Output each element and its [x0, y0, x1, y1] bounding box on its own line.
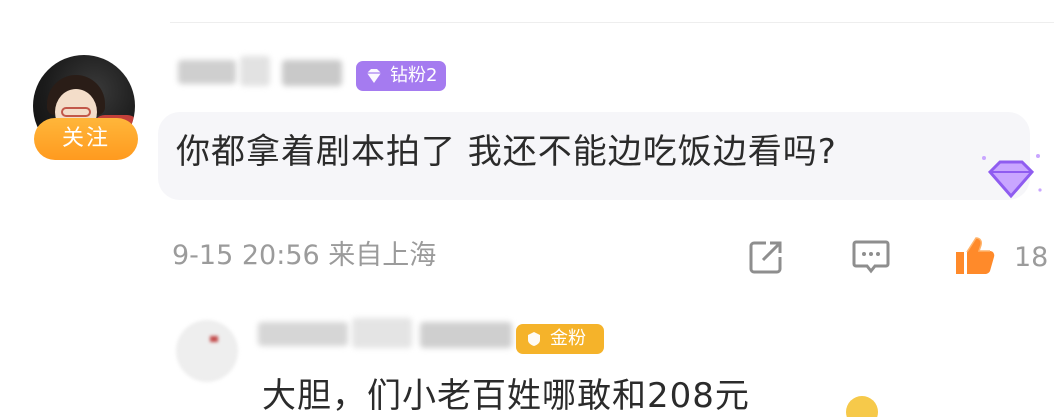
diamond-icon	[367, 69, 381, 83]
divider	[170, 22, 1054, 23]
comment-text: 你都拿着剧本拍了 我还不能边吃饭边看吗?	[176, 132, 837, 172]
emoji-icon	[846, 396, 878, 417]
follow-button[interactable]: 关注	[34, 118, 138, 160]
badge-label: 钻粉2	[390, 65, 438, 86]
thumbs-up-icon[interactable]	[952, 234, 998, 278]
comment-thread: 关注 钻粉2 你都拿着剧本拍了 我还不能边吃饭边看吗? 9-15 20:56 来…	[0, 0, 1054, 417]
gold-badge-icon	[528, 332, 540, 346]
username-blurred[interactable]	[282, 60, 342, 86]
reply-avatar[interactable]	[176, 320, 238, 382]
comment-meta: 9-15 20:56 来自上海	[172, 240, 437, 271]
reply-username-blurred[interactable]	[352, 318, 412, 348]
like-count: 18	[1014, 242, 1049, 273]
reply-text: 大胆，们小老百姓哪敢和208元	[262, 376, 750, 416]
username-blurred[interactable]	[240, 56, 270, 86]
fan-badge-gold[interactable]: 金粉3	[516, 324, 604, 379]
username-blurred[interactable]	[178, 60, 236, 84]
reply-username-blurred[interactable]	[258, 322, 348, 346]
reply-username-blurred[interactable]	[420, 322, 512, 348]
fan-badge-diamond[interactable]: 钻粉2	[356, 61, 446, 91]
share-icon[interactable]	[746, 237, 786, 277]
comment-icon[interactable]	[850, 237, 892, 277]
diamond-decoration-icon	[982, 154, 1042, 199]
